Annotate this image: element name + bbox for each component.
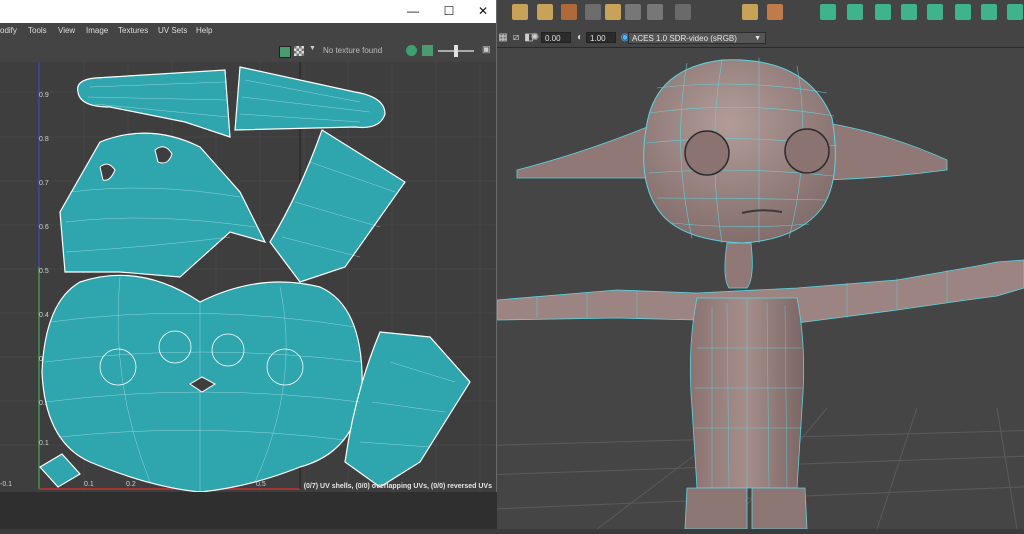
menu-image[interactable]: Image xyxy=(86,26,108,35)
image-toggle-icon[interactable] xyxy=(279,46,291,58)
gamma-field[interactable]: 1.00 xyxy=(586,32,616,43)
right-ear-mesh xyxy=(824,122,948,181)
tool-icon[interactable] xyxy=(927,4,943,20)
v-tick-label: 0.1 xyxy=(39,440,49,447)
tool-icon[interactable] xyxy=(875,4,891,20)
menu-help[interactable]: Help xyxy=(196,26,212,35)
uv-editor-titlebar[interactable]: — ☐ ✕ xyxy=(0,0,496,23)
character-model xyxy=(396,58,1024,530)
exposure-field[interactable]: 0.00 xyxy=(541,32,571,43)
u-tick-label: -0.1 xyxy=(0,481,12,488)
viewport-top-toolbar xyxy=(497,0,1024,31)
legs-mesh xyxy=(684,487,808,530)
uv-editor-menubar: odify Tools View Image Textures UV Sets … xyxy=(0,23,496,40)
uv-shell-small xyxy=(39,453,81,488)
tool-icon[interactable] xyxy=(955,4,971,20)
uv-shells xyxy=(39,66,471,493)
close-button[interactable]: ✕ xyxy=(466,0,500,23)
v-tick-label: 0.4 xyxy=(39,312,49,319)
tool-icon[interactable] xyxy=(625,4,641,20)
more-icon[interactable]: ▣ xyxy=(482,44,491,55)
tool-icon[interactable] xyxy=(1007,4,1023,20)
neck-mesh xyxy=(724,242,753,289)
tool-icon[interactable] xyxy=(605,4,621,20)
right-eye-socket xyxy=(784,128,830,174)
pixel-snap-icon[interactable] xyxy=(406,45,417,56)
menu-view[interactable]: View xyxy=(58,26,75,35)
texture-status-label: No texture found xyxy=(323,46,383,55)
colorspace-label: ACES 1.0 SDR-video (sRGB) xyxy=(632,34,737,43)
uv-editor-toolbar: ▼ No texture found ▣ xyxy=(0,40,496,63)
tool-icon[interactable] xyxy=(512,4,528,20)
tool-icon[interactable] xyxy=(981,4,997,20)
viewport-panel-toolbar: ▦ ⧄ ◧ ✺ 0.00 ◐ 1.00 ◉ ACES 1.0 SDR-video… xyxy=(497,30,1024,48)
v-tick-label: 0.9 xyxy=(39,92,49,99)
tool-icon[interactable] xyxy=(767,4,783,20)
tool-icon[interactable] xyxy=(561,4,577,20)
tool-icon[interactable] xyxy=(742,4,758,20)
v-tick-label: 0.5 xyxy=(39,268,49,275)
v-tick-label: 0.7 xyxy=(39,180,49,187)
exposure-icon[interactable]: ✺ xyxy=(529,32,541,44)
uv-status-readout: (0/7) UV shells, (0/0) overlapping UVs, … xyxy=(303,483,492,490)
left-eye-socket xyxy=(684,130,730,176)
u-tick-label: 0.2 xyxy=(126,481,136,488)
3d-viewport[interactable] xyxy=(396,48,1024,530)
uv-canvas[interactable]: 0.9 0.8 0.7 0.6 0.5 0.4 0.3 0.2 0.1 -0.1… xyxy=(0,62,496,493)
tool-icon[interactable] xyxy=(675,4,691,20)
gamma-icon[interactable]: ◐ xyxy=(574,32,586,44)
minimize-button[interactable]: — xyxy=(396,0,430,23)
v-tick-label: 0.6 xyxy=(39,224,49,231)
menu-uv-sets[interactable]: UV Sets xyxy=(158,26,187,35)
tool-icon[interactable] xyxy=(647,4,663,20)
v-tick-label: 0.8 xyxy=(39,136,49,143)
chevron-down-icon[interactable]: ▼ xyxy=(309,45,316,52)
tool-icon[interactable] xyxy=(847,4,863,20)
uv-shell-leg-upper xyxy=(269,129,406,283)
menu-tools[interactable]: Tools xyxy=(28,26,47,35)
checker-icon[interactable] xyxy=(294,46,304,56)
colorspace-dropdown[interactable]: ACES 1.0 SDR-video (sRGB) ▼ xyxy=(628,32,766,44)
u-tick-label: 0.5 xyxy=(256,481,266,488)
maximize-button[interactable]: ☐ xyxy=(432,0,466,23)
u-tick-label: 0.1 xyxy=(84,481,94,488)
chevron-down-icon: ▼ xyxy=(754,35,761,42)
background-panel xyxy=(0,490,497,529)
uv-shell-leg-lower xyxy=(344,331,471,488)
uv-shell-arm-left xyxy=(77,69,231,138)
tool-icon[interactable] xyxy=(820,4,836,20)
image-display-icon[interactable] xyxy=(422,45,433,56)
camera-gate-icon[interactable]: ⧄ xyxy=(510,32,522,44)
menu-textures[interactable]: Textures xyxy=(118,26,148,35)
uv-editor-window: — ☐ ✕ odify Tools View Image Textures UV… xyxy=(0,0,497,493)
grid-icon[interactable]: ▦ xyxy=(497,32,509,44)
tool-icon[interactable] xyxy=(901,4,917,20)
menu-modify[interactable]: odify xyxy=(0,26,17,35)
left-ear-mesh xyxy=(516,122,663,179)
tool-icon[interactable] xyxy=(585,4,601,20)
tool-icon[interactable] xyxy=(537,4,553,20)
uv-shell-arm-right xyxy=(234,66,386,131)
slider-handle[interactable] xyxy=(454,45,458,57)
uv-layout: 0.9 0.8 0.7 0.6 0.5 0.4 0.3 0.2 0.1 -0.1… xyxy=(0,62,496,493)
